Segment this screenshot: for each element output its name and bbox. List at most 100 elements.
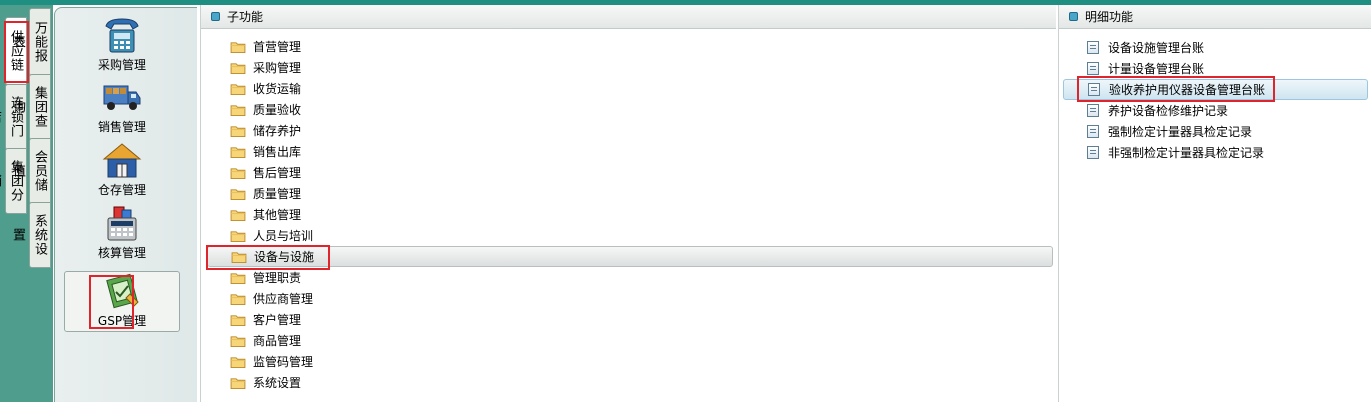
folder-item[interactable]: 监管码管理 <box>207 351 1053 372</box>
gsp-certificate-icon <box>100 272 144 310</box>
folder-item[interactable]: 质量验收 <box>207 99 1053 120</box>
folder-icon <box>230 314 246 326</box>
folder-icon <box>230 83 246 95</box>
module-label: GSP管理 <box>97 314 147 328</box>
folder-item[interactable]: 供应商管理 <box>207 288 1053 309</box>
module-label: 销售管理 <box>97 120 146 134</box>
tab-system-settings[interactable]: 系统设置 <box>10 202 51 268</box>
folder-icon <box>230 104 246 116</box>
document-icon <box>1087 104 1099 117</box>
vertical-tab-strip: 供应链 连锁门店 集团分销 万能报表 集团查询 会员储值 系统设置 <box>0 5 53 402</box>
document-icon <box>1087 146 1099 159</box>
folder-icon <box>230 230 246 242</box>
folder-item[interactable]: 管理职责 <box>207 267 1053 288</box>
detail-item[interactable]: 验收养护用仪器设备管理台账 <box>1063 79 1368 100</box>
tab-universal-reports[interactable]: 万能报表 <box>10 8 51 76</box>
folder-label: 质量验收 <box>253 103 302 117</box>
folder-icon <box>230 125 246 137</box>
folder-label: 供应商管理 <box>253 292 314 306</box>
folder-icon <box>230 293 246 305</box>
detail-item[interactable]: 非强制检定计量器具检定记录 <box>1063 142 1368 163</box>
folder-label: 商品管理 <box>253 334 302 348</box>
sub-function-list: 首营管理采购管理收货运输质量验收储存养护销售出库售后管理质量管理其他管理人员与培… <box>207 36 1053 393</box>
module-label: 采购管理 <box>97 58 146 72</box>
folder-icon <box>230 41 246 53</box>
delivery-truck-icon <box>100 78 144 116</box>
folder-label: 售后管理 <box>253 166 302 180</box>
module-label: 核算管理 <box>97 246 146 260</box>
sub-function-header: 子功能 <box>201 5 1056 29</box>
tab-group-query[interactable]: 集团查询 <box>10 74 51 140</box>
warehouse-house-icon <box>100 141 144 179</box>
sub-function-title: 子功能 <box>227 10 264 24</box>
folder-icon <box>230 167 246 179</box>
folder-label: 储存养护 <box>253 124 302 138</box>
folder-label: 销售出库 <box>253 145 302 159</box>
folder-item[interactable]: 储存养护 <box>207 120 1053 141</box>
detail-label: 验收养护用仪器设备管理台账 <box>1109 83 1266 97</box>
tab-supply-chain[interactable]: 供应链 <box>5 17 27 85</box>
folder-item[interactable]: 客户管理 <box>207 309 1053 330</box>
detail-function-title: 明细功能 <box>1085 10 1134 24</box>
folder-item[interactable]: 质量管理 <box>207 183 1053 204</box>
folder-label: 监管码管理 <box>253 355 314 369</box>
folder-item[interactable]: 其他管理 <box>207 204 1053 225</box>
detail-label: 计量设备管理台账 <box>1108 62 1205 76</box>
detail-item[interactable]: 强制检定计量器具检定记录 <box>1063 121 1368 142</box>
folder-item[interactable]: 收货运输 <box>207 78 1053 99</box>
folder-item[interactable]: 人员与培训 <box>207 225 1053 246</box>
folder-icon <box>230 62 246 74</box>
document-icon <box>1087 125 1099 138</box>
tab-member-stored-value[interactable]: 会员储值 <box>10 138 51 204</box>
module-panel: 采购管理 销售管理 仓存管理 核算管理 GSP管理 <box>54 7 197 402</box>
document-icon <box>1087 62 1099 75</box>
folder-item[interactable]: 商品管理 <box>207 330 1053 351</box>
folder-label: 质量管理 <box>253 187 302 201</box>
document-icon <box>1087 41 1099 54</box>
detail-item[interactable]: 养护设备检修维护记录 <box>1063 100 1368 121</box>
folder-icon <box>230 377 246 389</box>
tab-chain-stores[interactable]: 连锁门店 <box>0 84 27 150</box>
detail-label: 养护设备检修维护记录 <box>1108 104 1229 118</box>
detail-function-list: 设备设施管理台账 计量设备管理台账验收养护用仪器设备管理台账 养护设备检修维护记录强… <box>1063 37 1368 163</box>
folder-icon <box>230 335 246 347</box>
folder-icon <box>230 272 246 284</box>
folder-item[interactable]: 销售出库 <box>207 141 1053 162</box>
detail-function-header: 明细功能 <box>1059 5 1371 29</box>
detail-label: 设备设施管理台账 <box>1108 41 1205 55</box>
folder-label: 收货运输 <box>253 82 302 96</box>
module-sales[interactable]: 销售管理 <box>64 78 180 138</box>
module-gsp[interactable]: GSP管理 <box>64 271 180 332</box>
folder-label: 管理职责 <box>253 271 302 285</box>
folder-item[interactable]: 首营管理 <box>207 36 1053 57</box>
folder-icon <box>230 146 246 158</box>
folder-item[interactable]: 系统设置 <box>207 372 1053 393</box>
folder-label: 首营管理 <box>253 40 302 54</box>
detail-label: 非强制检定计量器具检定记录 <box>1108 146 1265 160</box>
folder-label: 采购管理 <box>253 61 302 75</box>
folder-item[interactable]: 设备与设施 <box>207 246 1053 267</box>
gsp-main-window: 供应链 连锁门店 集团分销 万能报表 集团查询 会员储值 系统设置 采购管理 <box>0 5 1371 402</box>
detail-item[interactable]: 计量设备管理台账 <box>1063 58 1368 79</box>
folder-icon <box>230 356 246 368</box>
detail-function-panel: 明细功能 设备设施管理台账 计量设备管理台账验收养护用仪器设备管理台账 养护设备检修… <box>1058 5 1371 402</box>
folder-label: 客户管理 <box>253 313 302 327</box>
detail-item[interactable]: 设备设施管理台账 <box>1063 37 1368 58</box>
folder-label: 人员与培训 <box>253 229 314 243</box>
module-purchase[interactable]: 采购管理 <box>64 16 180 76</box>
folder-item[interactable]: 售后管理 <box>207 162 1053 183</box>
module-warehouse[interactable]: 仓存管理 <box>64 141 180 201</box>
tab-group-distribution[interactable]: 集团分销 <box>0 148 27 214</box>
folder-label: 系统设置 <box>253 376 302 390</box>
document-icon <box>1088 83 1100 96</box>
module-accounting[interactable]: 核算管理 <box>64 204 180 264</box>
detail-label: 强制检定计量器具检定记录 <box>1108 125 1253 139</box>
purchase-phone-icon <box>100 16 144 54</box>
folder-label: 其他管理 <box>253 208 302 222</box>
sub-function-panel: 子功能 首营管理采购管理收货运输质量验收储存养护销售出库售后管理质量管理其他管理… <box>200 5 1056 402</box>
module-label: 仓存管理 <box>97 183 146 197</box>
accounting-calculator-icon <box>100 204 144 242</box>
folder-icon <box>231 251 247 263</box>
folder-item[interactable]: 采购管理 <box>207 57 1053 78</box>
header-square-icon <box>211 12 220 21</box>
